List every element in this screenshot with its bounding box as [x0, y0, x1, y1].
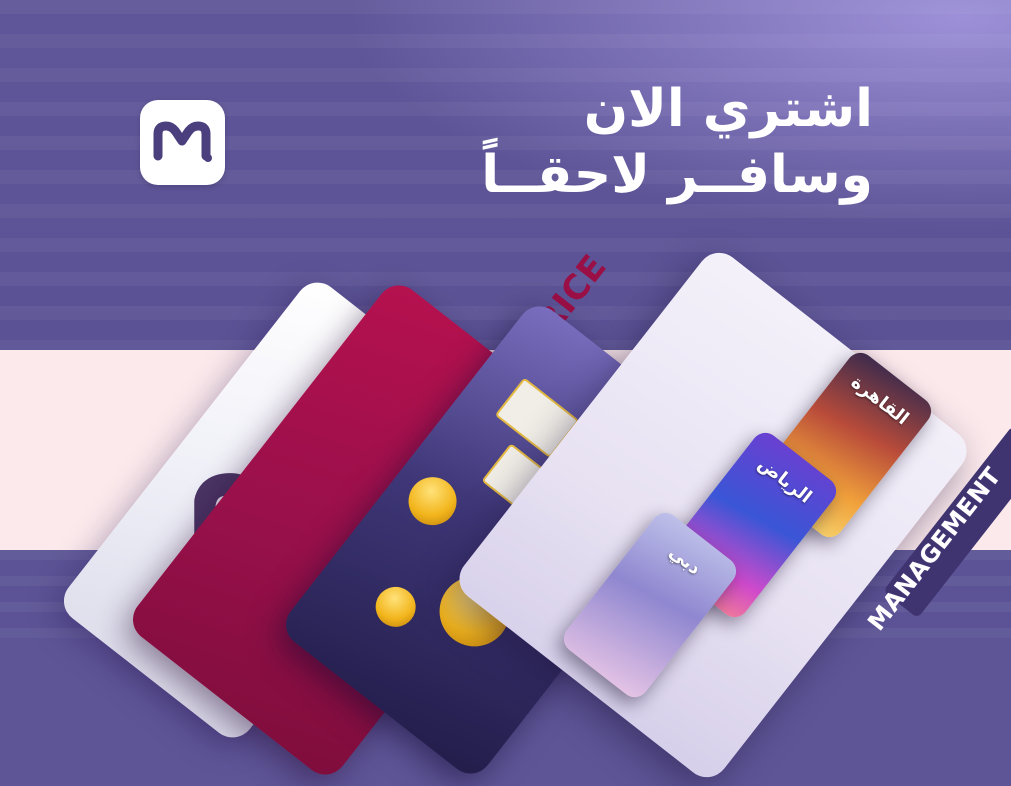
coin-icon [367, 578, 424, 635]
coin-icon [398, 467, 467, 535]
page-title: اشتري الان وسافــر لاحقــاً [481, 78, 873, 210]
m-dot-logo-icon [140, 100, 225, 185]
headline-line-1: اشتري الان [583, 79, 873, 139]
headline-line-2: وسافــر لاحقــاً [481, 145, 873, 205]
